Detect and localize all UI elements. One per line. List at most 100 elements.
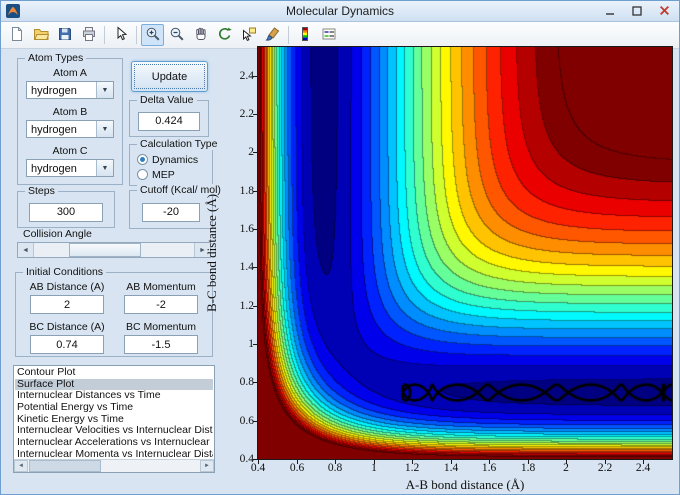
- slider-track[interactable]: [34, 243, 194, 257]
- initial-conditions-title: Initial Conditions: [23, 266, 107, 278]
- collision-angle-label: Collision Angle: [23, 228, 92, 240]
- rotate-3d-button[interactable]: [213, 24, 236, 46]
- maximize-icon: [632, 4, 642, 19]
- list-hscrollbar[interactable]: ◄ ►: [14, 459, 214, 472]
- minimize-icon: [605, 4, 615, 19]
- slider-left-arrow-icon[interactable]: ◄: [18, 243, 34, 257]
- slider-thumb[interactable]: [69, 243, 142, 257]
- open-file-button[interactable]: [29, 24, 52, 46]
- initial-conditions-panel: Initial Conditions AB Distance (A) AB Mo…: [15, 266, 213, 357]
- data-cursor-button[interactable]: [237, 24, 260, 46]
- ab-distance-input[interactable]: [30, 295, 104, 314]
- close-button[interactable]: [652, 3, 676, 19]
- list-item[interactable]: Potential Energy vs Time: [15, 401, 213, 414]
- save-floppy-icon: [57, 26, 73, 45]
- x-tick-label: 1.8: [520, 462, 536, 474]
- radio-dynamics[interactable]: Dynamics: [137, 152, 212, 167]
- list-item[interactable]: Contour Plot: [15, 367, 213, 379]
- y-tick-label: 1: [248, 338, 254, 350]
- new-document-icon: [9, 26, 25, 45]
- delta-value-input[interactable]: [138, 111, 200, 131]
- y-axis-label: B-C bond distance (Å): [204, 193, 219, 313]
- window-title: Molecular Dynamics: [285, 4, 395, 18]
- brush-data-button[interactable]: [261, 24, 284, 46]
- scroll-thumb[interactable]: [29, 460, 101, 472]
- bc-momentum-input[interactable]: [124, 335, 198, 354]
- close-icon: [659, 4, 670, 19]
- y-tick-label: 0.4: [239, 453, 254, 465]
- toolbar: [1, 22, 679, 49]
- cutoff-input[interactable]: [142, 202, 200, 222]
- chevron-down-icon[interactable]: ▼: [96, 160, 113, 176]
- x-tick-label: 2.2: [597, 462, 613, 474]
- atom-types-title: Atom Types: [25, 52, 87, 64]
- bc-distance-input[interactable]: [30, 335, 104, 354]
- titlebar: Molecular Dynamics: [1, 1, 679, 22]
- pointer-arrow-icon: [113, 25, 129, 45]
- radio-dynamics-label: Dynamics: [152, 153, 199, 166]
- y-tick-label: 1.4: [239, 261, 254, 273]
- x-tick-label: 1: [371, 462, 377, 474]
- insert-legend-button[interactable]: [317, 24, 340, 46]
- atom-c-value: hydrogen: [31, 163, 77, 175]
- maximize-button[interactable]: [625, 3, 649, 19]
- minimize-button[interactable]: [598, 3, 622, 19]
- ab-momentum-input[interactable]: [124, 295, 198, 314]
- datatip-icon: [241, 26, 257, 45]
- bc-momentum-label: BC Momentum: [125, 321, 197, 333]
- toolbar-separator: [136, 26, 137, 44]
- y-tick-label: 0.8: [239, 376, 254, 388]
- collision-angle-slider[interactable]: ◄ ►: [17, 242, 211, 258]
- toolbar-separator: [104, 26, 105, 44]
- atom-c-select[interactable]: hydrogen ▼: [26, 159, 114, 177]
- update-button[interactable]: Update: [131, 61, 208, 92]
- printer-icon: [81, 26, 97, 45]
- hand-icon: [193, 26, 209, 45]
- radio-dynamics-icon: [137, 154, 148, 165]
- delta-value-title: Delta Value: [137, 94, 197, 106]
- window-controls: [598, 3, 676, 19]
- scroll-right-arrow-icon[interactable]: ►: [200, 460, 214, 472]
- colorbar-icon: [297, 26, 313, 45]
- y-tick-label: 1.8: [239, 185, 254, 197]
- zoom-in-icon: [145, 26, 161, 45]
- plot-type-list: Contour Plot Surface Plot Internuclear Dis…: [15, 367, 213, 458]
- scroll-left-arrow-icon[interactable]: ◄: [14, 460, 28, 472]
- y-tick-label: 2.4: [239, 70, 254, 82]
- atom-a-select[interactable]: hydrogen ▼: [26, 81, 114, 99]
- atom-b-label: Atom B: [52, 106, 88, 118]
- atom-c-label: Atom C: [52, 145, 88, 157]
- x-tick-label: 0.8: [327, 462, 343, 474]
- delta-value-panel: Delta Value: [129, 94, 209, 137]
- list-item[interactable]: Internuclear Momenta vs Internuclear Dis…: [15, 448, 213, 458]
- brush-icon: [264, 26, 281, 45]
- zoom-in-button[interactable]: [141, 24, 164, 46]
- contour-plot-canvas[interactable]: [257, 46, 673, 460]
- insert-colorbar-button[interactable]: [293, 24, 316, 46]
- steps-input[interactable]: [29, 202, 103, 222]
- new-figure-button[interactable]: [5, 24, 28, 46]
- radio-mep-label: MEP: [152, 168, 175, 181]
- x-tick-label: 2.4: [635, 462, 651, 474]
- plot-area: A-B bond distance (Å) B-C bond distance …: [204, 46, 673, 492]
- pan-button[interactable]: [189, 24, 212, 46]
- radio-mep[interactable]: MEP: [137, 167, 212, 182]
- legend-icon: [321, 26, 337, 45]
- plot-type-listbox: Contour Plot Surface Plot Internuclear Dis…: [13, 365, 215, 473]
- zoom-out-button[interactable]: [165, 24, 188, 46]
- radio-mep-icon: [137, 169, 148, 180]
- atom-b-select[interactable]: hydrogen ▼: [26, 120, 114, 138]
- chevron-down-icon[interactable]: ▼: [96, 121, 113, 137]
- save-figure-button[interactable]: [53, 24, 76, 46]
- print-figure-button[interactable]: [77, 24, 100, 46]
- ab-distance-label: AB Distance (A): [29, 281, 105, 293]
- x-tick-label: 1.4: [443, 462, 459, 474]
- edit-plot-button[interactable]: [109, 24, 132, 46]
- atom-a-label: Atom A: [53, 67, 87, 79]
- chevron-down-icon[interactable]: ▼: [96, 82, 113, 98]
- open-folder-icon: [33, 26, 49, 45]
- app-window: Molecular Dynamics Atom Types Atom A hyd…: [0, 0, 680, 495]
- calculation-type-panel: Calculation Type Dynamics MEP: [129, 138, 221, 186]
- ab-momentum-label: AB Momentum: [126, 281, 196, 293]
- atom-types-panel: Atom Types Atom A hydrogen ▼ Atom B hydr…: [17, 52, 123, 185]
